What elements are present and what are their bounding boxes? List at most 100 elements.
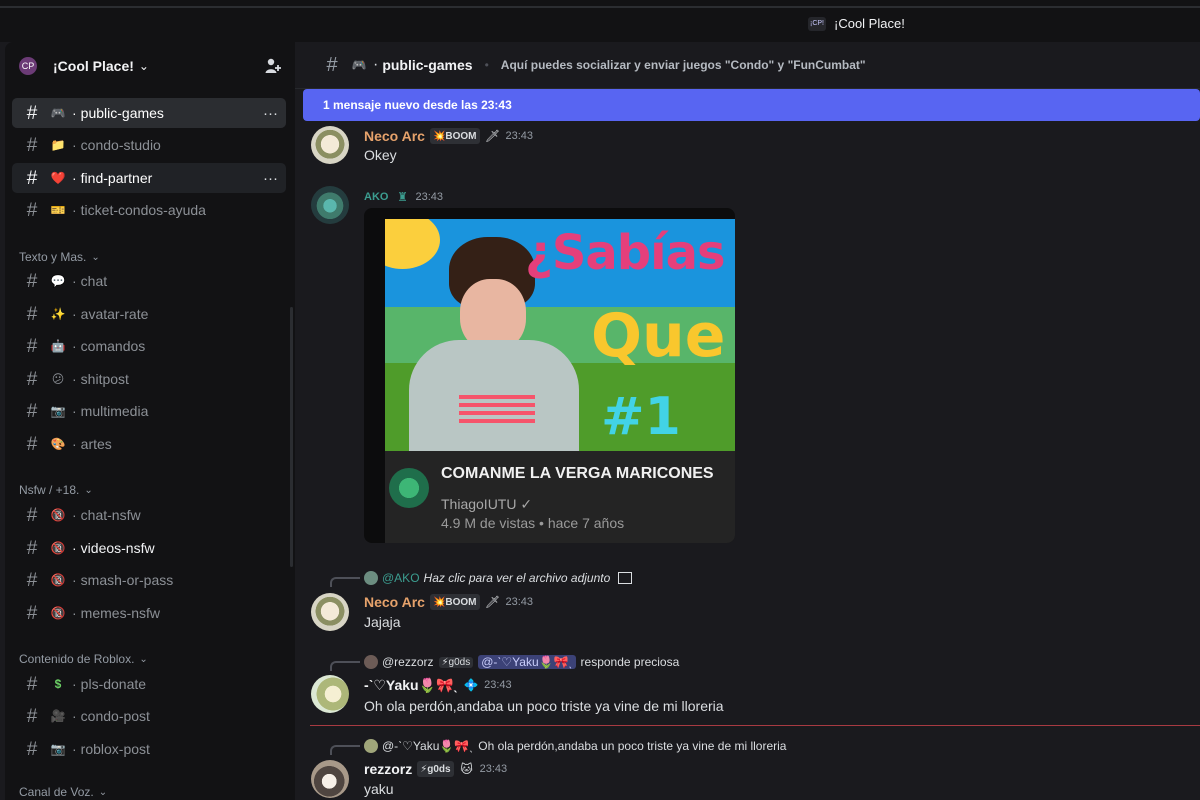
hash-warning-icon: # (26, 537, 38, 559)
chevron-down-icon: ⌄ (139, 653, 148, 665)
channel-condo-post[interactable]: # 🎥 · condo-post (12, 701, 286, 731)
username[interactable]: AKO (364, 191, 388, 203)
chevron-down-icon[interactable]: ⌄ (139, 59, 149, 73)
window-title: ¡CP! ¡Cool Place! (808, 16, 905, 31)
role-tag[interactable]: 💥BOOM (429, 128, 480, 144)
reply-mention[interactable]: @AKO (382, 571, 420, 585)
video-title[interactable]: COMANME LA VERGA MARICONES (441, 465, 714, 483)
channel-topic[interactable]: Aquí puedes socializar y enviar juegos "… (501, 58, 866, 72)
category-nsfw[interactable]: Nsfw / +18. ⌄ (19, 483, 93, 497)
timestamp[interactable]: 23:43 (480, 763, 508, 775)
message-content: Oh ola perdón,andaba un poco triste ya v… (364, 698, 724, 714)
reply-mention[interactable]: @rezzorz (382, 655, 434, 669)
hash-warning-icon: # (26, 602, 38, 624)
timestamp[interactable]: 23:43 (506, 130, 534, 142)
category-label: Canal de Voz. (19, 785, 94, 799)
server-icon: ¡CP! (808, 16, 826, 31)
reply-preview[interactable]: @rezzorz ⚡g0ds @-ˋ♡Yaku🌷🎀ˎ responde prec… (364, 654, 679, 670)
channel-label: avatar-rate (80, 306, 149, 322)
category-roblox[interactable]: Contenido de Roblox. ⌄ (19, 652, 148, 666)
channel-separator: · (72, 540, 77, 556)
channel-chat-nsfw[interactable]: # 🔞 · chat-nsfw (12, 500, 286, 530)
avatar[interactable] (311, 593, 349, 631)
reply-preview[interactable]: @AKO Haz clic para ver el archivo adjunt… (364, 570, 633, 586)
more-options-icon[interactable]: ··· (263, 105, 278, 122)
channel-ticket-condos-ayuda[interactable]: # 🎫 · ticket-condos-ayuda (12, 195, 286, 225)
video-attachment[interactable]: ¿Sabías Que #1 COMANME LA VERGA MARICONE… (364, 208, 735, 543)
reply-avatar (364, 739, 378, 753)
thumbnail-word-sabias: ¿Sabías (525, 225, 726, 281)
message-neco-jajaja: Neco Arc 💥BOOM 🗡 23:43 Jajaja (295, 589, 1200, 637)
channel-find-partner[interactable]: # ❤️ · find-partner ··· (12, 163, 286, 193)
channel-chat[interactable]: # 💬 · chat (12, 266, 286, 296)
channel-multimedia[interactable]: # 📷 · multimedia (12, 396, 286, 426)
role-tag[interactable]: 💥BOOM (429, 594, 480, 610)
channel-title: public-games (382, 57, 473, 73)
timestamp[interactable]: 23:43 (415, 191, 443, 203)
category-texto-y-mas[interactable]: Texto y Mas. ⌄ (19, 250, 100, 264)
channel-separator: · (72, 605, 77, 621)
channel-avatar-rate[interactable]: # ✨ · avatar-rate (12, 299, 286, 329)
ticket-icon: 🎫 (50, 203, 66, 217)
channel-label: comandos (80, 338, 146, 354)
channel-comandos[interactable]: # 🤖 · comandos (12, 331, 286, 361)
channel-separator: · (72, 436, 77, 452)
channel-separator: · (72, 338, 77, 354)
reply-connector (330, 577, 360, 587)
channel-label: multimedia (80, 403, 149, 419)
timestamp[interactable]: 23:43 (484, 679, 512, 691)
sidebar-scrollbar[interactable] (290, 307, 293, 567)
message-header: AKO ♜ 23:43 (364, 188, 443, 206)
hash-icon: # (26, 134, 38, 156)
camera-icon: 📷 (50, 742, 66, 756)
message-header: -ˋ♡Yaku🌷🎀ˎ 💠 23:43 (364, 676, 512, 694)
hash-icon: # (26, 705, 38, 727)
video-thumbnail[interactable]: ¿Sabías Que #1 (385, 219, 735, 451)
server-header[interactable]: CP ¡Cool Place! ⌄ (5, 42, 295, 90)
reply-target-mention[interactable]: @-ˋ♡Yaku🌷🎀ˎ (478, 655, 576, 669)
channel-videos-nsfw[interactable]: # 🔞 · videos-nsfw (12, 533, 286, 563)
more-options-icon[interactable]: ··· (263, 170, 278, 187)
username[interactable]: -ˋ♡Yaku🌷🎀ˎ (364, 677, 458, 694)
video-channel[interactable]: ThiagoIUTU ✓ (441, 496, 532, 513)
avatar[interactable] (311, 760, 349, 798)
dollar-icon: $ (54, 677, 62, 691)
badge-icon: 🐱 (460, 762, 473, 776)
channel-separator: · (72, 708, 77, 724)
message-content: yaku (364, 781, 394, 797)
username[interactable]: Neco Arc (364, 128, 425, 144)
server-name[interactable]: ¡Cool Place! (53, 58, 134, 74)
channel-public-games[interactable]: # 🎮 · public-games ··· (12, 98, 286, 128)
reply-preview[interactable]: @-ˋ♡Yaku🌷🎀ˎ Oh ola perdón,andaba un poco… (364, 738, 786, 754)
avatar[interactable] (311, 186, 349, 224)
message-yaku: -ˋ♡Yaku🌷🎀ˎ 💠 23:43 Oh ola perdón,andaba … (295, 675, 1200, 725)
hash-icon: # (26, 199, 38, 221)
username[interactable]: rezzorz (364, 761, 412, 777)
channel-artes[interactable]: # 🎨 · artes (12, 429, 286, 459)
channel-smash-or-pass[interactable]: # 🔞 · smash-or-pass (12, 565, 286, 595)
channel-label: videos-nsfw (80, 540, 155, 556)
category-voz[interactable]: Canal de Voz. ⌄ (19, 785, 107, 799)
new-message-banner[interactable]: 1 mensaje nuevo desde las 23:43 (303, 89, 1200, 121)
avatar[interactable] (311, 675, 349, 713)
chevron-down-icon: ⌄ (98, 786, 108, 798)
reply-role-tag: ⚡g0ds (438, 656, 474, 668)
username[interactable]: Neco Arc (364, 594, 425, 610)
channel-pls-donate[interactable]: # $ · pls-donate (12, 669, 286, 699)
channel-label: artes (80, 436, 112, 452)
channel-memes-nsfw[interactable]: # 🔞 · memes-nsfw (12, 598, 286, 628)
reply-mention[interactable]: @-ˋ♡Yaku🌷🎀ˎ (382, 739, 473, 753)
window-title-text: ¡Cool Place! (834, 16, 905, 31)
channel-separator: · (72, 741, 77, 757)
channel-separator: · (72, 105, 77, 121)
channel-condo-studio[interactable]: # 📁 · condo-studio (12, 130, 286, 160)
channel-shitpost[interactable]: # 😕 · shitpost (12, 364, 286, 394)
timestamp[interactable]: 23:43 (506, 596, 534, 608)
channel-roblox-post[interactable]: # 📷 · roblox-post (12, 734, 286, 764)
role-tag[interactable]: ⚡g0ds (417, 761, 454, 777)
reply-text: Haz clic para ver el archivo adjunto (423, 571, 611, 585)
adult-content-icon: 🔞 (50, 606, 66, 620)
person-plus-icon[interactable] (264, 57, 282, 75)
avatar[interactable] (311, 126, 349, 164)
hash-icon: # (26, 167, 38, 189)
